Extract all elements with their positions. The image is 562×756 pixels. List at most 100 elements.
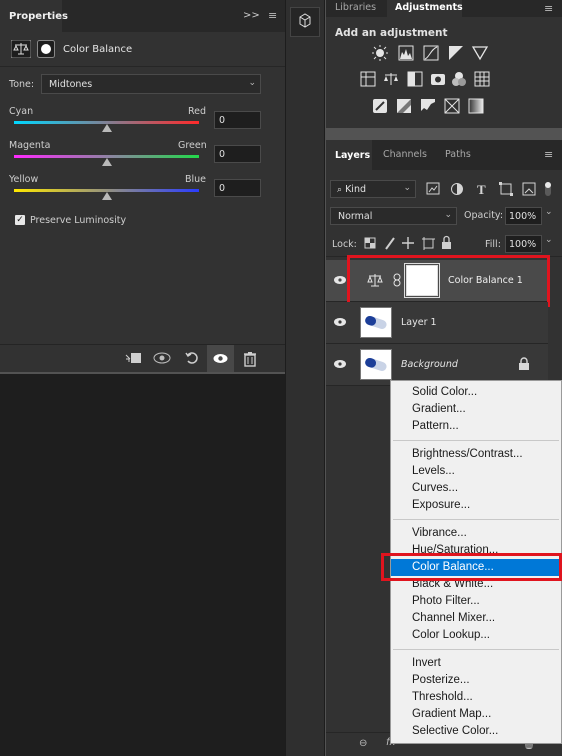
lock-brush-icon — [385, 237, 395, 250]
preserve-luminosity-label: Preserve Luminosity — [30, 215, 127, 226]
adjustment-icon-row-3 — [372, 97, 492, 115]
color-balance-icon — [384, 73, 398, 85]
tone-label: Tone: — [9, 79, 35, 90]
fill-chevron-icon[interactable]: ⌄ — [545, 235, 553, 245]
curves-icon — [423, 45, 439, 61]
menu-item-levels[interactable]: Levels... — [391, 463, 561, 480]
tab-paths[interactable]: Paths — [445, 149, 471, 163]
menu-separator — [393, 440, 559, 441]
layer-name[interactable]: Background — [401, 359, 458, 370]
panel-menu-icon[interactable]: ≡ — [268, 9, 277, 22]
clip-to-layer-icon[interactable] — [124, 351, 142, 365]
blend-mode-value: Normal — [338, 211, 373, 222]
lock-artboard-icon — [422, 237, 435, 250]
properties-tabbar: Properties >> ≡ — [0, 0, 285, 32]
pixel-filter-icon — [426, 182, 440, 195]
menu-item-photo-filter[interactable]: Photo Filter... — [391, 593, 561, 610]
color-lookup-icon — [474, 71, 490, 87]
adjustment-filter-icon — [451, 183, 463, 195]
layer-thumbnail-pill — [360, 307, 392, 338]
cyan-red-input[interactable]: 0 — [214, 111, 261, 129]
filter-kind-select[interactable]: ⌕ Kind ⌄ — [330, 180, 416, 198]
lock-icons — [364, 235, 464, 251]
menu-item-color-lookup[interactable]: Color Lookup... — [391, 627, 561, 644]
slider-thumb[interactable] — [101, 124, 112, 132]
tab-libraries[interactable]: Libraries — [335, 0, 391, 17]
eye-icon[interactable] — [333, 315, 347, 329]
menu-item-pattern[interactable]: Pattern... — [391, 418, 561, 435]
menu-item-solid-color[interactable]: Solid Color... — [391, 384, 561, 401]
visibility-toggle-button[interactable] — [207, 345, 234, 372]
menu-item-curves[interactable]: Curves... — [391, 480, 561, 497]
slider-right-label: Green — [178, 140, 207, 151]
type-filter-icon: T — [477, 182, 486, 197]
filter-icons: T — [426, 180, 556, 198]
menu-item-posterize[interactable]: Posterize... — [391, 672, 561, 689]
layer-name[interactable]: Layer 1 — [401, 317, 437, 328]
mask-icon[interactable] — [37, 40, 55, 58]
slider-left-label: Yellow — [9, 174, 39, 185]
search-icon: ⌕ — [337, 185, 343, 195]
menu-item-channel-mixer[interactable]: Channel Mixer... — [391, 610, 561, 627]
tab-channels[interactable]: Channels — [383, 149, 427, 163]
slider-thumb[interactable] — [101, 158, 112, 166]
opacity-label: Opacity: — [464, 210, 504, 221]
fill-input[interactable]: 100% — [505, 235, 542, 253]
menu-item-brightness-contrast[interactable]: Brightness/Contrast... — [391, 446, 561, 463]
menu-item-vibrance[interactable]: Vibrance... — [391, 525, 561, 542]
highlight-box-layer — [347, 255, 550, 307]
panel-menu-icon[interactable]: ≡ — [544, 2, 553, 15]
tab-properties[interactable]: Properties — [0, 0, 68, 32]
filter-kind-value: Kind — [345, 184, 366, 195]
levels-icon — [398, 45, 414, 61]
blend-mode-select[interactable]: Normal ⌄ — [330, 207, 457, 225]
collapse-button[interactable]: >> — [243, 10, 260, 21]
brightness-icon — [372, 45, 388, 61]
menu-separator — [393, 519, 559, 520]
tone-select[interactable]: Midtones ⌄ — [41, 74, 261, 94]
eye-icon[interactable] — [333, 273, 347, 287]
tab-adjustments[interactable]: Adjustments — [387, 0, 463, 17]
3d-cube-icon[interactable] — [290, 7, 320, 37]
layer-thumbnail-pill — [360, 349, 392, 380]
chevron-down-icon: ⌄ — [444, 210, 452, 220]
opacity-input[interactable]: 100% — [505, 207, 542, 225]
lock-transparent-icon — [364, 237, 376, 249]
lock-label: Lock: — [332, 239, 357, 250]
posterize-icon — [397, 99, 411, 113]
panel-menu-icon[interactable]: ≡ — [544, 148, 553, 161]
menu-item-exposure[interactable]: Exposure... — [391, 497, 561, 514]
tab-layers[interactable]: Layers — [326, 140, 372, 170]
trash-icon[interactable] — [243, 351, 257, 367]
channel-mixer-icon — [452, 72, 466, 86]
eye-icon[interactable] — [333, 357, 347, 371]
menu-item-invert[interactable]: Invert — [391, 655, 561, 672]
menu-item-gradient[interactable]: Gradient... — [391, 401, 561, 418]
reset-icon[interactable] — [184, 350, 200, 366]
exposure-icon — [449, 46, 463, 60]
menu-item-selective-color[interactable]: Selective Color... — [391, 723, 561, 740]
yellow-blue-input[interactable]: 0 — [214, 179, 261, 197]
fill-label: Fill: — [485, 239, 501, 250]
link-layers-icon[interactable]: ⊖ — [359, 738, 367, 749]
slider-left-label: Cyan — [9, 106, 34, 117]
svg-text:T: T — [477, 182, 486, 197]
panel-dock-strip — [285, 0, 325, 756]
divider — [0, 66, 285, 67]
vibrance-icon — [360, 71, 376, 87]
canvas-area — [0, 374, 285, 756]
gradient-triangle-icon — [471, 46, 489, 61]
layer-row-layer-1[interactable]: Layer 1 — [326, 302, 548, 344]
opacity-chevron-icon[interactable]: ⌄ — [545, 207, 553, 217]
selective-color-icon — [444, 98, 460, 114]
photo-filter-icon — [431, 74, 445, 85]
menu-item-threshold[interactable]: Threshold... — [391, 689, 561, 706]
threshold-icon — [421, 99, 435, 113]
view-previous-icon[interactable] — [152, 350, 172, 366]
smart-object-filter-icon — [522, 182, 536, 196]
preserve-luminosity-checkbox[interactable]: ✓ — [15, 215, 25, 225]
chevron-down-icon: ⌄ — [403, 183, 411, 193]
slider-thumb[interactable] — [101, 192, 112, 200]
magenta-green-input[interactable]: 0 — [214, 145, 261, 163]
menu-item-gradient-map[interactable]: Gradient Map... — [391, 706, 561, 723]
